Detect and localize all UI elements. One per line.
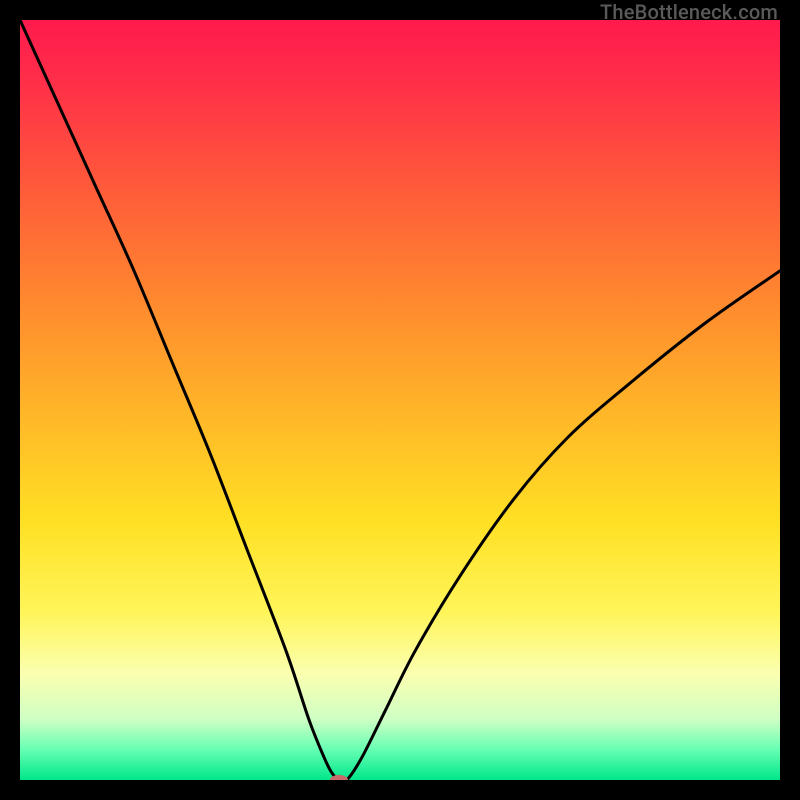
chart-frame: TheBottleneck.com — [0, 0, 800, 800]
curve-line — [20, 20, 780, 780]
plot-area — [20, 20, 780, 780]
curve-plot — [20, 20, 780, 780]
